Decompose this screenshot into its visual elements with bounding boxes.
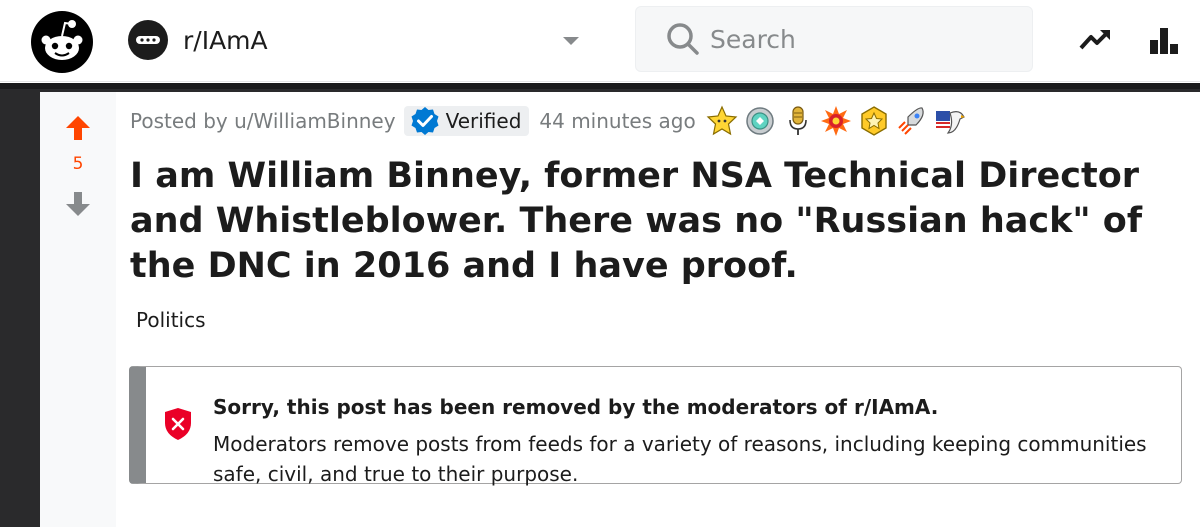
- vote-column: 5: [40, 92, 116, 527]
- removed-notice-body: Moderators remove posts from feeds for a…: [213, 432, 1147, 486]
- shield-x-icon: [165, 408, 191, 440]
- silver-medal-award-icon[interactable]: [744, 105, 776, 137]
- search-input[interactable]: [710, 24, 1010, 54]
- gold-award-icon[interactable]: [858, 105, 890, 137]
- post-card[interactable]: 5 Posted by u/WilliamBinney Verified 44 …: [40, 92, 1200, 527]
- removed-notice-title: Sorry, this post has been removed by the…: [213, 395, 939, 419]
- community-name: r/IAmA: [183, 25, 268, 55]
- chevron-down-icon[interactable]: [560, 30, 582, 52]
- top-header: r/IAmA: [0, 0, 1200, 82]
- trending-icon[interactable]: [1078, 22, 1114, 58]
- header-divider: [0, 83, 1200, 89]
- removed-notice: Sorry, this post has been removed by the…: [129, 366, 1182, 486]
- upvote-arrow-icon[interactable]: [64, 114, 92, 142]
- reddit-logo-icon[interactable]: [30, 10, 94, 74]
- verified-badge: Verified: [403, 106, 530, 136]
- award-list[interactable]: [706, 105, 966, 137]
- downvote-arrow-icon[interactable]: [64, 190, 92, 218]
- microphone-award-icon[interactable]: [782, 105, 814, 137]
- post-timestamp[interactable]: 44 minutes ago: [539, 109, 695, 133]
- iama-community-icon: [128, 20, 168, 60]
- search-bar[interactable]: [635, 6, 1033, 72]
- community-switcher[interactable]: r/IAmA: [127, 20, 582, 60]
- post-flair[interactable]: Politics: [136, 308, 206, 332]
- search-icon: [667, 23, 699, 55]
- vote-count: 5: [72, 154, 84, 174]
- explosion-award-icon[interactable]: [820, 105, 852, 137]
- post-title[interactable]: I am William Binney, former NSA Technica…: [130, 154, 1170, 289]
- verified-check-icon: [411, 107, 439, 135]
- posted-by-link[interactable]: Posted by u/WilliamBinney: [130, 109, 396, 133]
- leaderboard-icon[interactable]: [1146, 22, 1182, 58]
- verified-label: Verified: [445, 109, 522, 133]
- rocket-award-icon[interactable]: [896, 105, 928, 137]
- post-meta: Posted by u/WilliamBinney Verified 44 mi…: [130, 105, 966, 137]
- eagle-flag-award-icon[interactable]: [934, 105, 966, 137]
- star-award-icon[interactable]: [706, 105, 738, 137]
